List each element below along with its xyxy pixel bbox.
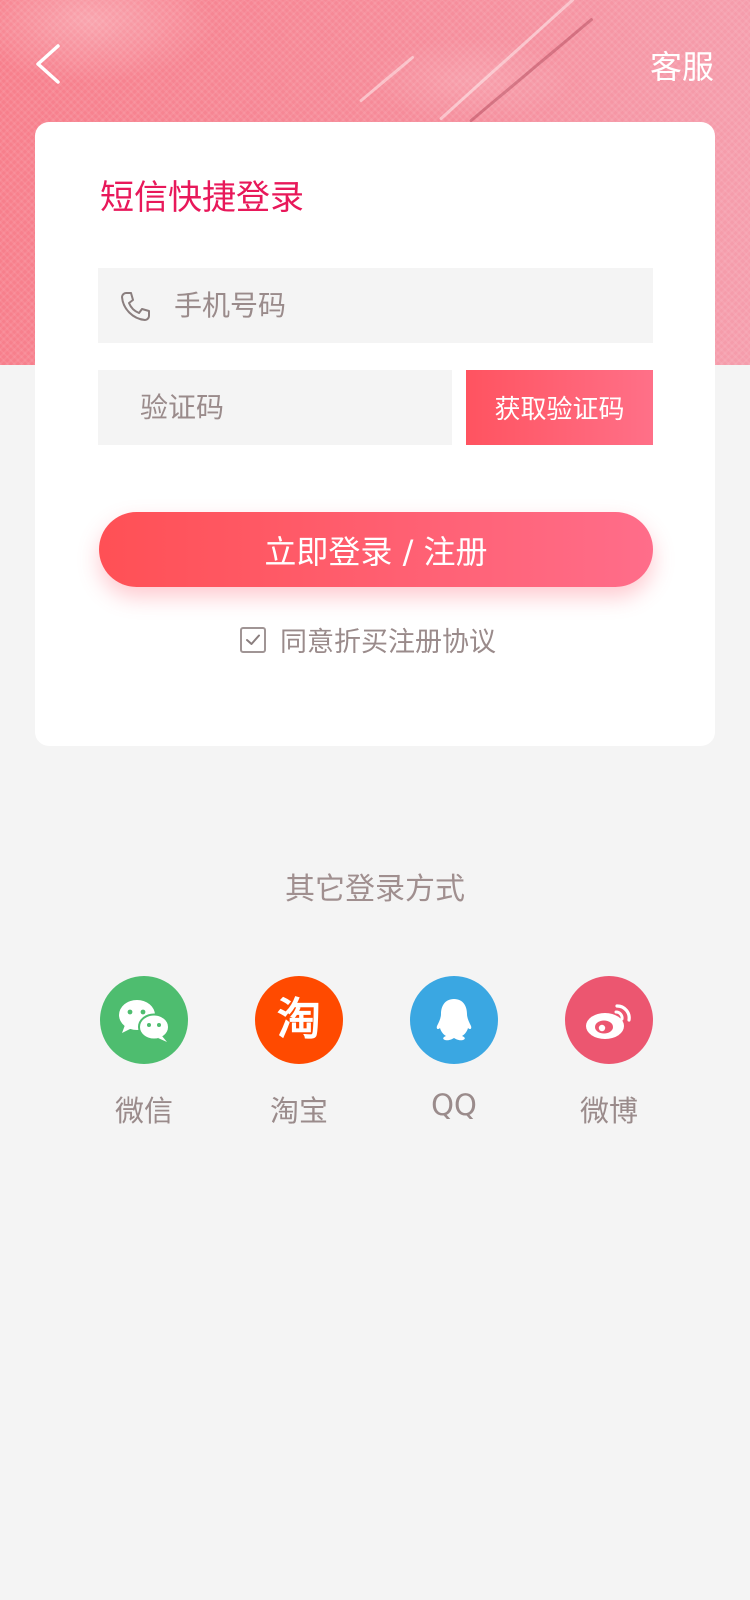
verification-code-field[interactable] xyxy=(98,370,489,445)
wechat-badge xyxy=(100,976,188,1064)
qq-login-button[interactable]: QQ xyxy=(410,976,498,1122)
get-code-button[interactable]: 获取验证码 xyxy=(466,370,653,445)
banner-decoration xyxy=(469,17,594,123)
chevron-left-icon xyxy=(36,44,60,84)
agreement-checkbox[interactable] xyxy=(240,626,266,653)
qq-label: QQ xyxy=(431,1088,477,1122)
verification-code-input[interactable] xyxy=(140,370,489,445)
other-login-title: 其它登录方式 xyxy=(285,872,465,907)
taobao-label: 淘宝 xyxy=(269,1094,328,1128)
card-title: 短信快捷登录 xyxy=(100,178,304,218)
checkmark-icon xyxy=(246,634,260,645)
qq-badge xyxy=(410,976,498,1064)
taobao-login-button[interactable]: 淘 淘宝 xyxy=(255,976,343,1130)
banner-decoration xyxy=(438,0,575,121)
login-card: 短信快捷登录 获取验证码 立即登录 / 注册 同意折买注册协议 xyxy=(35,122,715,746)
phone-icon xyxy=(121,291,150,321)
weibo-label: 微博 xyxy=(579,1094,638,1128)
agreement-label: 同意折买注册协议 xyxy=(280,627,496,658)
agreement-toggle[interactable]: 同意折买注册协议 xyxy=(240,620,496,659)
phone-field[interactable] xyxy=(98,268,653,343)
wechat-label: 微信 xyxy=(114,1094,173,1128)
weibo-login-button[interactable]: 微博 xyxy=(565,976,653,1130)
back-button[interactable] xyxy=(32,42,72,86)
wechat-icon xyxy=(119,1000,170,1042)
login-register-button[interactable]: 立即登录 / 注册 xyxy=(99,512,653,587)
taobao-icon: 淘 xyxy=(277,994,321,1045)
weibo-badge xyxy=(565,976,653,1064)
weibo-icon xyxy=(586,1004,631,1039)
taobao-badge: 淘 xyxy=(255,976,343,1064)
wechat-login-button[interactable]: 微信 xyxy=(100,976,188,1130)
banner-decoration xyxy=(359,55,415,103)
phone-input[interactable] xyxy=(174,268,653,343)
qq-icon xyxy=(436,999,472,1041)
customer-service-link[interactable]: 客服 xyxy=(650,42,714,88)
